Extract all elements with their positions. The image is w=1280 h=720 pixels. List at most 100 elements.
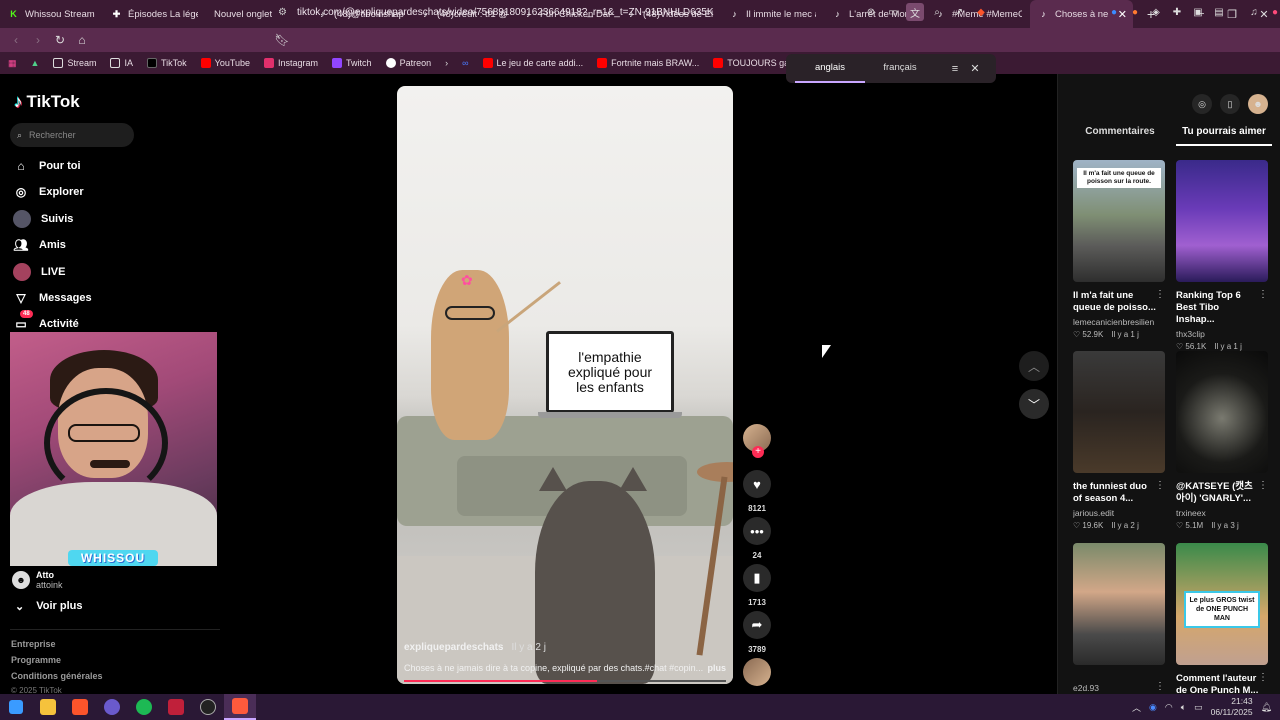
footer-link-entreprise[interactable]: Entreprise: [11, 639, 56, 649]
translate-source-language[interactable]: anglais: [795, 54, 865, 83]
start-button[interactable]: [0, 694, 32, 720]
tray-app-icon[interactable]: ◉: [1149, 702, 1157, 713]
taskbar-browser-active[interactable]: [224, 694, 256, 720]
video-author[interactable]: expliquepardeschats: [404, 642, 503, 653]
footer-link-conditions[interactable]: Conditions générales: [11, 671, 103, 681]
explore-icon[interactable]: ◎: [1192, 94, 1212, 114]
card-author[interactable]: e2d.93: [1073, 683, 1165, 693]
recommendation-card[interactable]: e2d.93 ⋮: [1073, 543, 1165, 693]
bookmark-tiktok[interactable]: TikTok: [146, 58, 187, 68]
brave-shield-icon[interactable]: ◆: [972, 3, 990, 21]
tab-recommendations[interactable]: Tu pourrais aimer: [1176, 126, 1272, 146]
profile-icon[interactable]: ●: [1266, 3, 1280, 21]
forward-icon[interactable]: ›: [28, 30, 48, 50]
comment-button[interactable]: ••• 24: [741, 517, 773, 560]
more-options-icon[interactable]: ⋮: [1258, 672, 1268, 683]
tab-1[interactable]: ✚ Épisodes La légende: [103, 0, 206, 28]
sidebar-item-suivis[interactable]: Suivis: [13, 209, 73, 229]
see-more-button[interactable]: ⌄ Voir plus: [15, 600, 82, 613]
recommendation-card[interactable]: @KATSEYE (캣츠 아이) 'GNARLY'... ⋮ trxineex …: [1176, 351, 1268, 530]
bookmark-arrow[interactable]: ›: [445, 58, 448, 68]
footer-link-programme[interactable]: Programme: [11, 655, 61, 665]
sound-disc-button[interactable]: [741, 658, 773, 686]
extension-blue-icon[interactable]: ●: [1105, 3, 1123, 21]
translate-menu-icon[interactable]: ≡: [945, 63, 965, 75]
media-icon[interactable]: ♫: [1245, 3, 1263, 21]
sidebar-item-amis[interactable]: 👥︎ Amis: [13, 235, 66, 255]
taskbar-obs[interactable]: [192, 694, 224, 720]
bookmark-stream[interactable]: Stream: [53, 58, 96, 68]
bookmark-page-icon[interactable]: 🔖︎: [272, 30, 292, 50]
more-link[interactable]: plus: [707, 663, 726, 673]
cast-icon[interactable]: ▭: [884, 3, 902, 21]
wallet-icon[interactable]: ▤: [1210, 3, 1228, 21]
translate-target-language[interactable]: français: [865, 54, 935, 83]
more-options-icon[interactable]: ⋮: [1258, 289, 1268, 300]
tab-0[interactable]: K Whissou Stream – W: [0, 0, 103, 28]
more-options-icon[interactable]: ⋮: [1155, 289, 1165, 300]
taskbar-explorer[interactable]: [32, 694, 64, 720]
device-icon[interactable]: ▯: [1220, 94, 1240, 114]
card-author[interactable]: lemecanicienbresilien: [1073, 317, 1165, 327]
more-options-icon[interactable]: ⋮: [1258, 480, 1268, 491]
save-button[interactable]: ▮ 1713: [741, 564, 773, 607]
card-author[interactable]: jarious.edit: [1073, 508, 1165, 518]
bookmark-meta[interactable]: ∞: [462, 58, 468, 68]
notification-icon[interactable]: 🔔︎: [1261, 702, 1272, 713]
taskbar-app[interactable]: [96, 694, 128, 720]
card-author[interactable]: thx3clip: [1176, 329, 1268, 339]
bookmark-fortnite[interactable]: Fortnite mais BRAW...: [597, 58, 699, 68]
volume-icon[interactable]: 🔈︎: [1181, 702, 1186, 713]
extension-orange-icon[interactable]: ●: [1126, 3, 1144, 21]
taskbar-voicemod[interactable]: [160, 694, 192, 720]
chevron-down-icon[interactable]: ﹀: [1019, 389, 1049, 419]
taskbar-brave[interactable]: [64, 694, 96, 720]
extension-diamond-icon[interactable]: ◈: [1147, 3, 1165, 21]
bookmark-patreon[interactable]: Patreon: [385, 58, 431, 68]
site-settings-icon[interactable]: ⚙: [278, 7, 287, 18]
card-author[interactable]: trxineex: [1176, 508, 1268, 518]
back-icon[interactable]: ‹: [6, 30, 26, 50]
zoom-icon[interactable]: ⌕: [928, 3, 946, 21]
sidebar-item-messages[interactable]: ▽ Messages: [13, 288, 91, 308]
video-player[interactable]: ✿ l'empathie expliqué pour les enfants e…: [397, 86, 733, 684]
bookmark-card-game[interactable]: Le jeu de carte addi...: [482, 58, 583, 68]
search-input[interactable]: ⌕ Rechercher: [10, 123, 134, 147]
like-button[interactable]: ♥ 8121: [741, 470, 773, 513]
tray-wifi-icon[interactable]: ◠: [1165, 702, 1173, 713]
share-icon[interactable]: ↗: [950, 3, 968, 21]
tab-comments[interactable]: Commentaires: [1072, 126, 1168, 146]
sidebar-toggle-icon[interactable]: ▣: [1189, 3, 1207, 21]
sidebar-item-live[interactable]: LIVE: [13, 262, 65, 282]
recommendation-card[interactable]: Il m'a fait une queue de poisson sur la …: [1073, 160, 1165, 339]
follow-plus-icon[interactable]: +: [752, 446, 764, 458]
battery-icon[interactable]: ▭: [1194, 702, 1203, 713]
home-icon[interactable]: ⌂: [72, 30, 92, 50]
recommendation-card[interactable]: Ranking Top 6 Best Tibo Inshap... ⋮ thx3…: [1176, 160, 1268, 351]
chevron-up-icon[interactable]: ︿: [1019, 351, 1049, 381]
followed-account[interactable]: ☻ Atto attoink: [12, 570, 63, 590]
apps-icon[interactable]: ▦: [8, 58, 17, 69]
bookmark-instagram[interactable]: Instagram: [264, 58, 318, 68]
video-progress-bar[interactable]: [404, 680, 726, 682]
sidebar-item-pour-toi[interactable]: ⌂ Pour toi: [13, 156, 80, 176]
sidebar-item-activite[interactable]: ▭ 48 Activité: [13, 310, 79, 334]
close-icon[interactable]: ✕: [965, 62, 985, 75]
bookmark-ia[interactable]: IA: [110, 58, 133, 68]
user-avatar[interactable]: ☻: [1248, 94, 1268, 114]
clock[interactable]: 21:43 06/11/2025: [1211, 696, 1253, 718]
tiktok-logo[interactable]: ♪ TikTok: [14, 92, 80, 112]
bookmark-youtube[interactable]: YouTube: [200, 58, 250, 68]
recommendation-card[interactable]: the funniest duo of season 4... ⋮ jariou…: [1073, 351, 1165, 530]
share-button[interactable]: ➦ 3789: [741, 611, 773, 654]
more-options-icon[interactable]: ⋮: [1155, 681, 1165, 692]
reload-icon[interactable]: ↻: [50, 30, 70, 50]
recommendation-card[interactable]: Le plus GROS twist de ONE PUNCH MAN Comm…: [1176, 543, 1268, 697]
taskbar-spotify[interactable]: [128, 694, 160, 720]
translate-icon[interactable]: 文: [906, 3, 924, 21]
more-options-icon[interactable]: ⋮: [1155, 480, 1165, 491]
tray-chevron-icon[interactable]: ︿: [1132, 701, 1141, 714]
extensions-puzzle-icon[interactable]: ✚: [1168, 3, 1186, 21]
no-tracking-icon[interactable]: ⊘: [862, 3, 880, 21]
creator-avatar-button[interactable]: +: [741, 424, 773, 458]
